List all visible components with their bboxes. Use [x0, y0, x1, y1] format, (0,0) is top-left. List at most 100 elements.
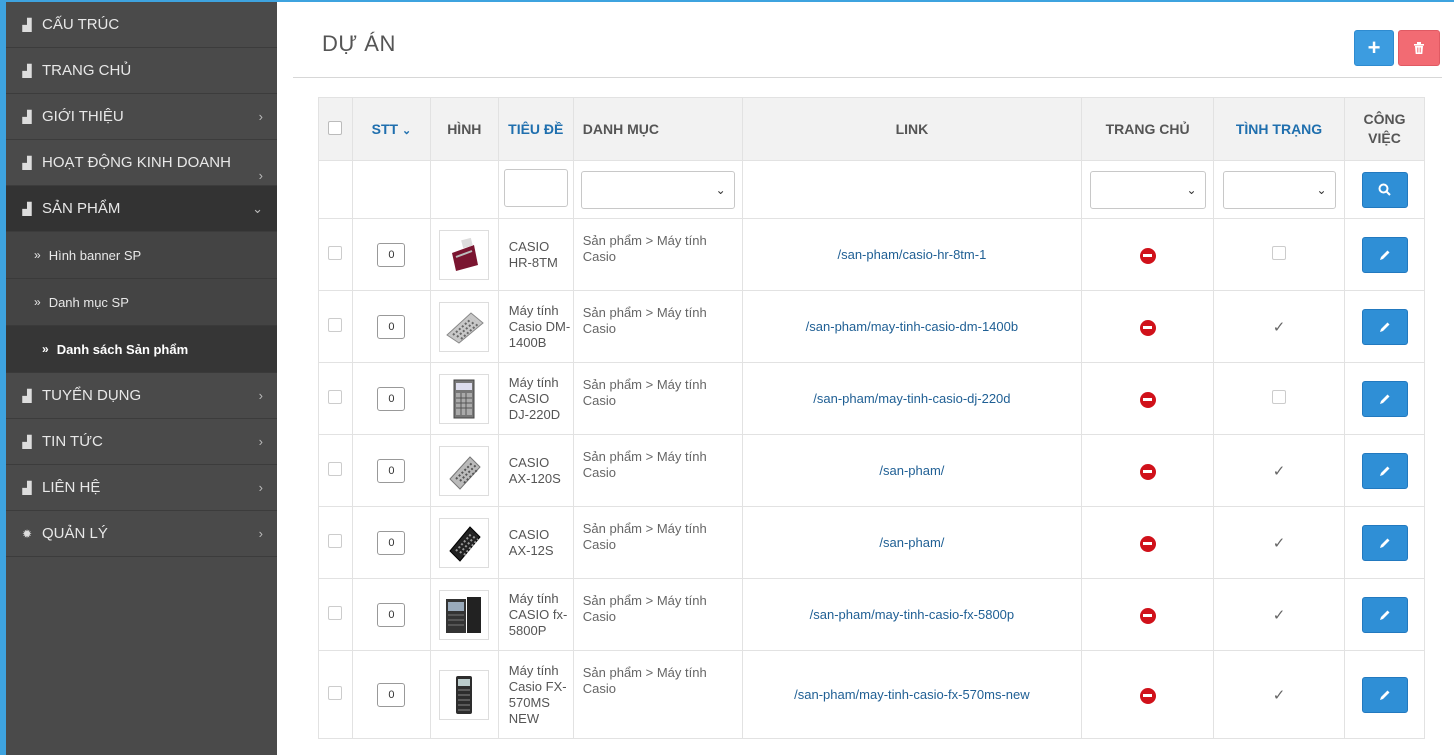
product-link[interactable]: /san-pham/may-tinh-casio-fx-570ms-new [794, 687, 1030, 702]
not-homepage-icon[interactable] [1139, 319, 1156, 336]
col-link: LINK [741, 97, 1083, 161]
status-checkbox[interactable] [1272, 246, 1287, 260]
checkmark-icon[interactable]: ✓ [1273, 607, 1286, 624]
product-link[interactable]: /san-pham/ [879, 463, 944, 478]
col-tieu-de[interactable]: TIÊU ĐỀ [497, 97, 574, 161]
sidebar-item-hoat-dong-kinh-doanh[interactable]: ▟ HOẠT ĐỘNG KINH DOANH › [6, 140, 277, 186]
pencil-icon [1379, 610, 1389, 620]
sidebar-subitem-danh-sach[interactable]: » Danh sách Sản phẩm [6, 326, 277, 373]
sidebar-item-cau-truc[interactable]: ▟ CẤU TRÚC [6, 2, 277, 48]
product-link[interactable]: /san-pham/may-tinh-casio-dm-1400b [806, 319, 1018, 334]
order-input[interactable]: 0 [377, 530, 406, 555]
chevron-right-icon: › [258, 168, 263, 183]
pencil-icon [1379, 466, 1389, 476]
row-checkbox[interactable] [328, 246, 343, 260]
filter-row: ⌄ ⌄ ⌄ [318, 160, 1425, 219]
not-homepage-icon[interactable] [1139, 607, 1156, 624]
edit-button[interactable] [1361, 380, 1408, 417]
checkmark-icon[interactable]: ✓ [1273, 687, 1286, 704]
order-input[interactable]: 0 [377, 386, 406, 411]
sidebar-item-tin-tuc[interactable]: ▟ TIN TỨC › [6, 419, 277, 465]
select-all-cell[interactable] [318, 97, 353, 161]
edit-button[interactable] [1361, 524, 1408, 561]
sidebar-item-label: TIN TỨC [42, 433, 103, 450]
not-homepage-icon[interactable] [1139, 391, 1156, 408]
checkmark-icon[interactable]: ✓ [1273, 319, 1286, 336]
select-all-checkbox[interactable] [328, 120, 343, 135]
col-hinh: HÌNH [429, 97, 499, 161]
sidebar-item-gioi-thieu[interactable]: ▟ GIỚI THIỆU › [6, 94, 277, 140]
status-checkbox[interactable] [1272, 390, 1287, 404]
sidebar-item-label: TRANG CHỦ [42, 62, 132, 79]
title-filter-input[interactable] [503, 169, 568, 207]
sidebar-item-lien-he[interactable]: ▟ LIÊN HỆ › [6, 465, 277, 511]
plus-icon: + [1367, 35, 1381, 60]
order-input[interactable]: 0 [377, 458, 406, 483]
edit-button[interactable] [1361, 596, 1408, 633]
edit-button[interactable] [1361, 308, 1408, 345]
col-danh-muc: DANH MỤC [572, 97, 743, 161]
pencil-icon [1379, 690, 1389, 700]
delete-button[interactable] [1398, 30, 1440, 66]
double-chevron-icon: » [34, 295, 41, 309]
col-tinh-trang[interactable]: TÌNH TRẠNG [1213, 97, 1345, 161]
product-link[interactable]: /san-pham/casio-hr-8tm-1 [837, 247, 986, 262]
sidebar-subitem-hinh-banner[interactable]: » Hình banner SP [6, 232, 277, 279]
not-homepage-icon[interactable] [1139, 687, 1156, 704]
sidebar-item-label: GIỚI THIỆU [42, 108, 124, 125]
sidebar-subitem-label: Danh mục SP [48, 294, 129, 310]
sort-down-icon: ⌄ [401, 125, 412, 137]
col-cong-viec: CÔNG VIỆC [1344, 97, 1425, 161]
checkmark-icon[interactable]: ✓ [1273, 535, 1286, 552]
table-row: 0 CASIO AX-12S Sản phẩm > Máy tính Casio /… [318, 506, 1425, 579]
sidebar-item-tuyen-dung[interactable]: ▟ TUYỂN DỤNG › [6, 373, 277, 419]
product-thumbnail [439, 373, 490, 424]
search-icon [1378, 183, 1391, 196]
row-checkbox[interactable] [328, 606, 343, 620]
add-button[interactable]: + [1354, 30, 1394, 66]
edit-button[interactable] [1361, 452, 1408, 489]
table-row: 0 Máy tính CASIO DJ-220D Sản phẩm > Máy tí… [318, 362, 1425, 435]
page-title: DỰ ÁN [322, 31, 396, 56]
edit-button[interactable] [1361, 676, 1408, 713]
pencil-icon [1379, 538, 1389, 548]
search-button[interactable] [1361, 171, 1408, 208]
sidebar-item-label: QUẢN LÝ [42, 525, 108, 542]
product-link[interactable]: /san-pham/may-tinh-casio-dj-220d [813, 391, 1010, 406]
product-thumbnail [439, 589, 490, 640]
sitemap-icon: ▟ [22, 63, 32, 78]
row-checkbox[interactable] [328, 686, 343, 700]
sidebar-item-label: CẤU TRÚC [42, 16, 120, 33]
sidebar-item-san-pham[interactable]: ▟ SẢN PHẨM ⌄ [6, 186, 277, 232]
chevron-right-icon: › [258, 526, 263, 541]
edit-button[interactable] [1361, 236, 1408, 273]
sidebar-item-quan-ly[interactable]: ✹ QUẢN LÝ › [6, 511, 277, 557]
order-input[interactable]: 0 [377, 242, 406, 267]
row-checkbox[interactable] [328, 390, 343, 404]
app-window: ▟ CẤU TRÚC ▟ TRANG CHỦ ▟ GIỚI THIỆU › ▟ HOẠT … [0, 0, 1454, 755]
col-stt[interactable]: STT ⌄ [351, 97, 431, 161]
page-header: DỰ ÁN + [293, 2, 1442, 78]
not-homepage-icon[interactable] [1139, 535, 1156, 552]
product-thumbnail [439, 301, 490, 352]
homepage-filter-select[interactable]: ⌄ [1089, 170, 1206, 209]
status-filter-select[interactable]: ⌄ [1222, 170, 1336, 209]
product-link[interactable]: /san-pham/ [879, 535, 944, 550]
not-homepage-icon[interactable] [1139, 247, 1156, 264]
order-input[interactable]: 0 [377, 682, 406, 707]
product-link[interactable]: /san-pham/may-tinh-casio-fx-5800p [810, 607, 1014, 622]
row-checkbox[interactable] [328, 534, 343, 548]
order-input[interactable]: 0 [377, 602, 406, 627]
not-homepage-icon[interactable] [1139, 463, 1156, 480]
chevron-down-icon: ⌄ [1186, 182, 1197, 197]
sidebar-subitem-danh-muc[interactable]: » Danh mục SP [6, 279, 277, 326]
sidebar-item-label: HOẠT ĐỘNG KINH DOANH [42, 154, 231, 171]
checkmark-icon[interactable]: ✓ [1273, 463, 1286, 480]
row-checkbox[interactable] [328, 462, 343, 476]
sidebar-item-trang-chu[interactable]: ▟ TRANG CHỦ [6, 48, 277, 94]
order-input[interactable]: 0 [377, 314, 406, 339]
table-row: 0 Máy tính Casio FX- 570MS NEW Sản phẩm > M… [318, 650, 1425, 739]
category-filter-select[interactable]: ⌄ [580, 170, 735, 209]
row-checkbox[interactable] [328, 318, 343, 332]
trash-icon [1414, 42, 1424, 54]
